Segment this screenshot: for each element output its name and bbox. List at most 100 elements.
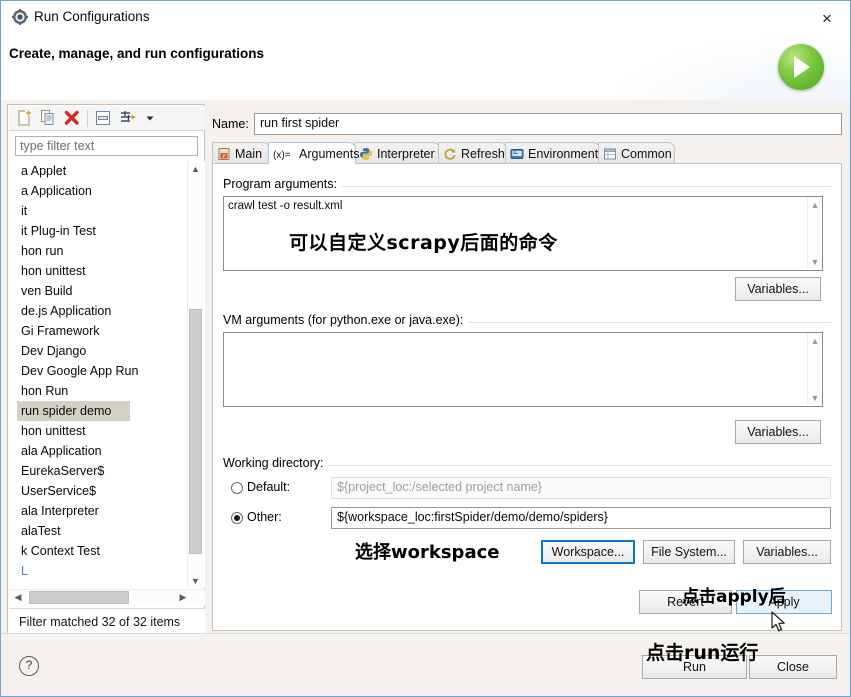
run-launch-icon [778, 44, 824, 90]
tab-strip: P Main (x)= Arguments Interpreter Refresh Envi… [212, 142, 842, 164]
annotation-apply: 点击apply后 [682, 587, 786, 607]
name-label: Name: [212, 117, 249, 131]
tab-environment[interactable]: Environment [505, 142, 600, 164]
tree-item[interactable]: ala Application [9, 441, 102, 461]
header-band: Create, manage, and run configurations [1, 34, 850, 101]
tree-item[interactable]: ala Interpreter [9, 501, 99, 521]
tab-refresh[interactable]: Refresh [438, 142, 507, 164]
vm-arguments-scrollbar[interactable]: ▲ ▼ [807, 333, 822, 406]
filter-input[interactable]: type filter text [15, 136, 198, 156]
file-system-button[interactable]: File System... [643, 540, 735, 564]
scroll-right-icon[interactable]: ▶ [175, 590, 191, 605]
workspace-button[interactable]: Workspace... [541, 540, 635, 564]
tree-item[interactable]: UserService$ [9, 481, 96, 501]
page-title: Create, manage, and run configurations [9, 46, 265, 61]
tree-item[interactable]: L [9, 561, 28, 581]
vm-arguments-group: VM arguments (for python.exe or java.exe… [223, 313, 831, 407]
tree-item[interactable]: it [9, 201, 27, 221]
tree-item[interactable]: Gi Framework [9, 321, 99, 341]
radio-default[interactable] [231, 482, 243, 494]
working-directory-label: Working directory: [223, 456, 329, 470]
new-launch-configuration-icon[interactable] [15, 109, 35, 128]
tab-label: Main [235, 146, 263, 161]
tree-horizontal-scrollbar[interactable]: ◀ ▶ [9, 589, 205, 606]
title-bar: Run Configurations × [1, 1, 850, 34]
tab-main[interactable]: P Main [212, 142, 270, 164]
annotation-program-arguments: 可以自定义scrapy后面的命令 [289, 232, 558, 254]
duplicate-icon[interactable] [39, 109, 59, 128]
tab-label: Refresh [461, 146, 505, 161]
tree-item[interactable]: de.js Application [9, 301, 111, 321]
run-configurations-icon [12, 9, 28, 25]
other-label: Other: [247, 510, 282, 524]
filter-icon[interactable] [119, 109, 139, 128]
tree-item-selected[interactable]: run spider demo [17, 401, 130, 421]
tree-item[interactable]: Dev Django [9, 341, 86, 361]
tree-item[interactable]: ven Build [9, 281, 72, 301]
tab-interpreter[interactable]: Interpreter [354, 142, 440, 164]
scroll-up-icon[interactable]: ▲ [808, 334, 822, 348]
tree-item[interactable]: a Application [9, 181, 92, 201]
name-row: Name: run first spider [209, 113, 844, 137]
window-title: Run Configurations [34, 9, 150, 24]
annotation-run: 点击run运行 [646, 642, 759, 664]
variable-icon: (x)= [273, 147, 295, 161]
mouse-cursor [771, 611, 789, 638]
delete-icon[interactable] [63, 109, 83, 128]
svg-text:(x)=: (x)= [273, 150, 291, 161]
tab-label: Interpreter [377, 146, 435, 161]
tab-arguments[interactable]: (x)= Arguments [268, 142, 360, 164]
variables-button-working-directory[interactable]: Variables... [743, 540, 831, 564]
tree-item[interactable]: hon Run [9, 381, 68, 401]
help-icon[interactable]: ? [19, 656, 39, 676]
tree-item[interactable]: alaTest [9, 521, 61, 541]
common-icon [603, 147, 617, 161]
scroll-down-icon[interactable]: ▼ [188, 573, 203, 588]
tree-item[interactable]: hon unittest [9, 261, 86, 281]
configurations-tree[interactable]: a Applet a Application it it Plug-in Test ho… [9, 161, 205, 588]
vm-arguments-textarea[interactable]: ▲ ▼ [223, 332, 823, 407]
scroll-left-icon[interactable]: ◀ [10, 590, 26, 605]
configuration-editor-pane: Name: run first spider P Main (x)= Argument… [209, 104, 844, 636]
tree-item[interactable]: Dev Google App Run [9, 361, 138, 381]
tree-item[interactable]: hon unittest [9, 421, 86, 441]
working-directory-group: Working directory: Default: ${project_lo… [223, 456, 831, 567]
tree-item[interactable]: a Applet [9, 161, 66, 181]
tree-item[interactable]: hon run [9, 241, 63, 261]
scrollbar-thumb-horizontal[interactable] [29, 591, 129, 604]
tree-item[interactable]: it Plug-in Test [9, 221, 96, 241]
environment-icon [510, 147, 524, 161]
filter-status-text: Filter matched 32 of 32 items [9, 608, 205, 634]
radio-other[interactable] [231, 512, 243, 524]
program-arguments-label: Program arguments: [223, 177, 342, 191]
other-directory-field[interactable]: ${workspace_loc:firstSpider/demo/demo/sp… [331, 507, 831, 529]
tree-item[interactable]: EurekaServer$ [9, 461, 104, 481]
tab-label: Environment [528, 146, 599, 161]
program-arguments-variables-button[interactable]: Variables... [735, 277, 821, 301]
scroll-down-icon[interactable]: ▼ [808, 391, 822, 405]
chevron-down-icon[interactable] [143, 109, 157, 128]
tab-common[interactable]: Common [598, 142, 675, 164]
close-button[interactable]: Close [749, 655, 837, 679]
program-arguments-scrollbar[interactable]: ▲ ▼ [807, 197, 822, 270]
vm-arguments-variables-button[interactable]: Variables... [735, 420, 821, 444]
tab-label: Common [621, 146, 672, 161]
python-module-icon: P [217, 147, 231, 161]
scrollbar-thumb-vertical[interactable] [189, 309, 202, 554]
annotation-workspace: 选择workspace [355, 542, 500, 563]
name-input[interactable]: run first spider [254, 113, 842, 135]
tree-item[interactable]: k Context Test [9, 541, 100, 561]
default-directory-field: ${project_loc:/selected project name} [331, 477, 831, 499]
tab-label: Arguments [299, 146, 360, 161]
python-icon [359, 147, 373, 161]
configurations-pane: type filter text a Applet a Application it… [7, 104, 205, 636]
program-arguments-value: crawl test -o result.xml [228, 200, 343, 212]
vm-arguments-label: VM arguments (for python.exe or java.exe… [223, 313, 469, 327]
scroll-up-icon[interactable]: ▲ [808, 198, 822, 212]
close-icon[interactable]: × [814, 7, 840, 29]
scroll-down-icon[interactable]: ▼ [808, 255, 822, 269]
configurations-toolbar [9, 106, 205, 131]
collapse-all-icon[interactable] [94, 109, 114, 128]
tree-vertical-scrollbar[interactable]: ▲ ▼ [187, 161, 203, 588]
scroll-up-icon[interactable]: ▲ [188, 161, 203, 176]
